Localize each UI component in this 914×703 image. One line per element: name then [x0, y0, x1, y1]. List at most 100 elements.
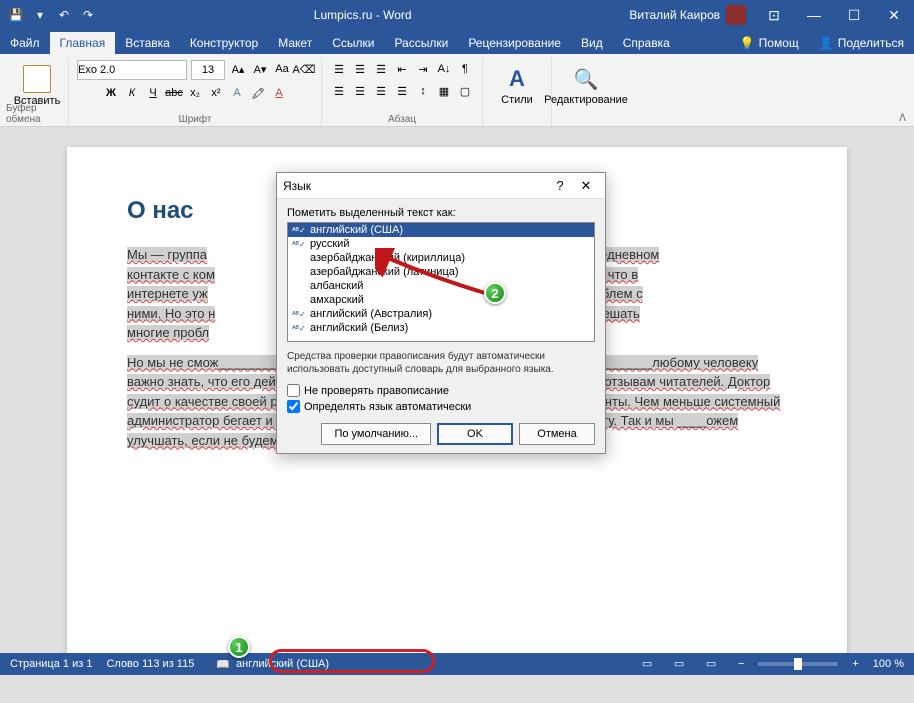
bullets-icon[interactable]: ☰ — [330, 60, 348, 78]
superscript-icon[interactable]: x² — [207, 84, 225, 102]
list-item[interactable]: албанский — [288, 279, 594, 293]
language-listbox[interactable]: ᴬᴮ✓английский (США) ᴬᴮ✓русский азербайдж… — [287, 222, 595, 342]
minimize-icon[interactable]: — — [794, 0, 834, 30]
group-font: A▴ A▾ Aa A⌫ Ж К Ч abc x₂ x² A 🖍 A Шрифт — [69, 58, 322, 126]
status-language[interactable]: 📖 английский (США) — [208, 656, 337, 673]
tab-view[interactable]: Вид — [571, 32, 613, 54]
italic-icon[interactable]: К — [123, 84, 141, 102]
user-area[interactable]: Виталий Каиров — [621, 5, 754, 25]
decrease-indent-icon[interactable]: ⇤ — [393, 60, 411, 78]
tab-insert[interactable]: Вставка — [115, 32, 180, 54]
default-button[interactable]: По умолчанию... — [321, 423, 431, 445]
list-item[interactable]: ᴬᴮ✓русский — [288, 237, 594, 251]
redo-icon[interactable]: ↷ — [78, 5, 98, 25]
align-right-icon[interactable]: ☰ — [372, 82, 390, 100]
sort-icon[interactable]: A↓ — [435, 60, 453, 78]
styles-icon: A — [509, 66, 525, 92]
bold-icon[interactable]: Ж — [102, 84, 120, 102]
zoom-level[interactable]: 100 % — [873, 658, 904, 670]
strike-icon[interactable]: abc — [165, 84, 183, 102]
dialog-titlebar[interactable]: Язык ? ✕ — [277, 173, 605, 199]
maximize-icon[interactable]: ☐ — [834, 0, 874, 30]
font-size-select[interactable] — [191, 60, 225, 80]
list-item[interactable]: азербайджанский (латиница) — [288, 265, 594, 279]
dialog-label: Пометить выделенный текст как: — [287, 207, 595, 219]
zoom-in-icon[interactable]: + — [852, 658, 858, 670]
font-color-icon[interactable]: A — [270, 84, 288, 102]
tell-me[interactable]: 💡Помощ — [730, 32, 809, 54]
styles-button[interactable]: A Стили — [491, 60, 543, 112]
showhide-icon[interactable]: ¶ — [456, 60, 474, 78]
bulb-icon: 💡 — [740, 36, 755, 50]
numbering-icon[interactable]: ☰ — [351, 60, 369, 78]
list-item[interactable]: ᴬᴮ✓английский (Австралия) — [288, 307, 594, 321]
shading-icon[interactable]: ▦ — [435, 82, 453, 100]
user-name: Виталий Каиров — [629, 8, 720, 22]
align-center-icon[interactable]: ☰ — [351, 82, 369, 100]
clear-format-icon[interactable]: A⌫ — [295, 60, 313, 78]
group-clipboard: Вставить Буфер обмена — [6, 58, 69, 126]
checkbox-no-spellcheck[interactable]: Не проверять правописание — [287, 384, 595, 397]
window-title: Lumpics.ru - Word — [104, 8, 621, 22]
tab-file[interactable]: Файл — [0, 32, 50, 54]
close-icon[interactable]: ✕ — [874, 0, 914, 30]
checkbox-autodetect[interactable]: Определять язык автоматически — [287, 400, 595, 413]
web-layout-icon[interactable]: ▭ — [706, 657, 724, 671]
ribbon-tabs: Файл Главная Вставка Конструктор Макет С… — [0, 30, 914, 54]
editing-button[interactable]: 🔍 Редактирование — [560, 60, 612, 112]
increase-indent-icon[interactable]: ⇥ — [414, 60, 432, 78]
language-dialog: Язык ? ✕ Пометить выделенный текст как: … — [276, 172, 606, 454]
clipboard-icon — [23, 65, 51, 93]
list-item[interactable]: ᴬᴮ✓английский (Белиз) — [288, 321, 594, 335]
list-item[interactable]: амхарский — [288, 293, 594, 307]
tab-review[interactable]: Рецензирование — [458, 32, 571, 54]
cancel-button[interactable]: Отмена — [519, 423, 595, 445]
tab-help[interactable]: Справка — [613, 32, 680, 54]
avatar — [726, 5, 746, 25]
save-icon[interactable]: 💾 — [6, 5, 26, 25]
undo-icon[interactable]: ↶ — [54, 5, 74, 25]
shrink-font-icon[interactable]: A▾ — [251, 60, 269, 78]
zoom-out-icon[interactable]: − — [738, 658, 744, 670]
status-page[interactable]: Страница 1 из 1 — [10, 658, 92, 670]
dialog-close-icon[interactable]: ✕ — [573, 173, 599, 199]
list-item[interactable]: ᴬᴮ✓английский (США) — [288, 223, 594, 237]
change-case-icon[interactable]: Aa — [273, 60, 291, 78]
collapse-ribbon-icon[interactable]: ᐱ — [899, 113, 906, 124]
tab-mailings[interactable]: Рассылки — [384, 32, 458, 54]
underline-icon[interactable]: Ч — [144, 84, 162, 102]
share-button[interactable]: 👤Поделиться — [809, 32, 914, 54]
tab-layout[interactable]: Макет — [268, 32, 322, 54]
subscript-icon[interactable]: x₂ — [186, 84, 204, 102]
ribbon-options-icon[interactable]: ⊡ — [754, 0, 794, 30]
dialog-info: Средства проверки правописания будут авт… — [287, 350, 595, 376]
tab-design[interactable]: Конструктор — [180, 32, 268, 54]
ok-button[interactable]: OK — [437, 423, 513, 445]
print-layout-icon[interactable]: ▭ — [674, 657, 692, 671]
line-spacing-icon[interactable]: ↕ — [414, 82, 432, 100]
tab-home[interactable]: Главная — [50, 32, 116, 54]
justify-icon[interactable]: ☰ — [393, 82, 411, 100]
multilevel-icon[interactable]: ☰ — [372, 60, 390, 78]
list-item[interactable]: азербайджанский (кириллица) — [288, 251, 594, 265]
grow-font-icon[interactable]: A▴ — [229, 60, 247, 78]
read-mode-icon[interactable]: ▭ — [642, 657, 660, 671]
group-label-clipboard: Буфер обмена — [6, 103, 68, 125]
group-editing: 🔍 Редактирование — [552, 58, 620, 126]
font-name-select[interactable] — [77, 60, 187, 80]
highlight-icon[interactable]: 🖍 — [249, 84, 267, 102]
group-label-font: Шрифт — [179, 114, 212, 125]
ribbon: Вставить Буфер обмена A▴ A▾ Aa A⌫ Ж К Ч … — [0, 54, 914, 127]
text-effects-icon[interactable]: A — [228, 84, 246, 102]
status-words[interactable]: Слово 113 из 115 — [106, 658, 194, 670]
borders-icon[interactable]: ▢ — [456, 82, 474, 100]
zoom-slider[interactable] — [758, 662, 838, 666]
help-icon[interactable]: ? — [547, 173, 573, 199]
window-controls: ⊡ — ☐ ✕ — [754, 0, 914, 30]
group-label-paragraph: Абзац — [388, 114, 416, 125]
tab-references[interactable]: Ссылки — [322, 32, 384, 54]
share-icon: 👤 — [819, 36, 834, 50]
align-left-icon[interactable]: ☰ — [330, 82, 348, 100]
statusbar: Страница 1 из 1 Слово 113 из 115 📖 англи… — [0, 653, 914, 675]
quick-access-icon[interactable]: ▾ — [30, 5, 50, 25]
